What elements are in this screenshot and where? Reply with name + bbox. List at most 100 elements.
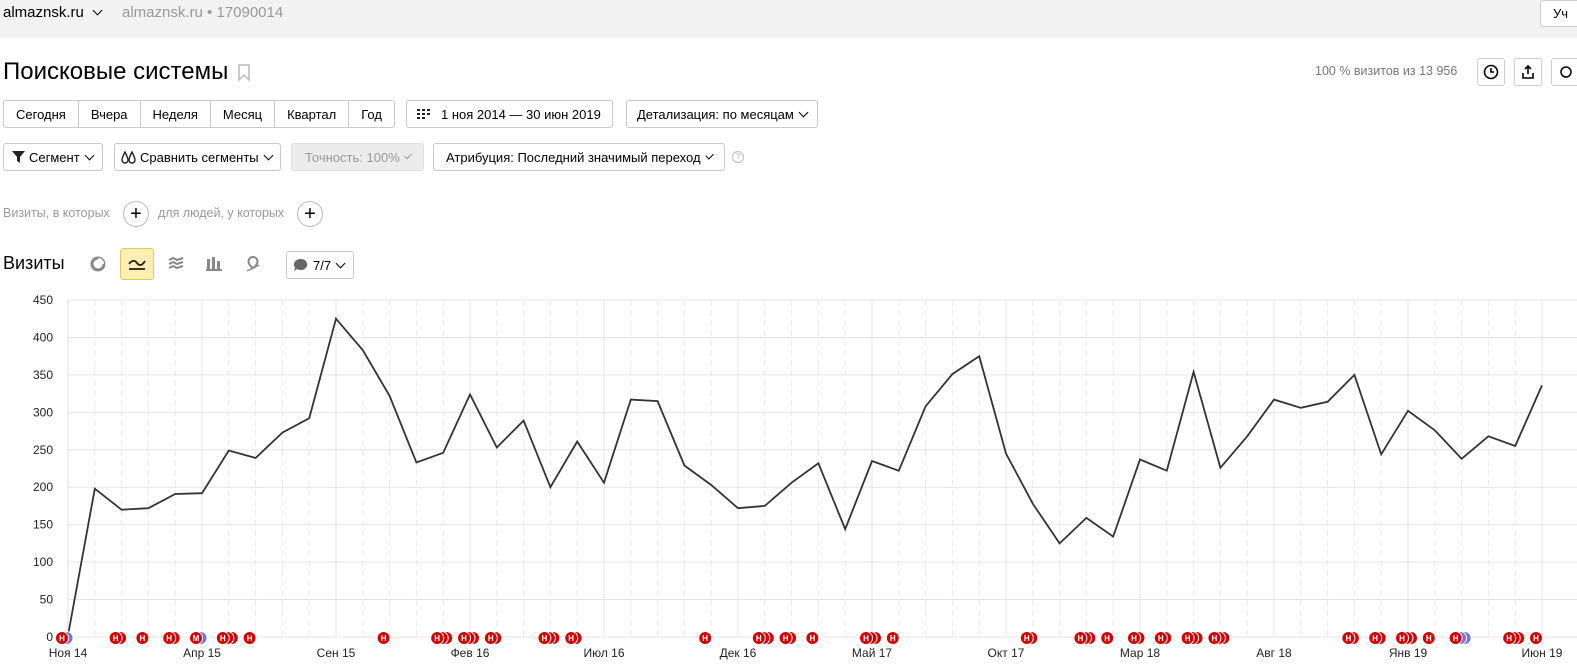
history-button[interactable]: [1477, 58, 1505, 86]
y-tick-label: 0: [46, 630, 53, 644]
period-button[interactable]: Год: [349, 101, 394, 127]
note-marker-label: Н: [1533, 634, 1539, 643]
note-marker-label: Н: [542, 634, 548, 643]
site-counter-crumb: almaznsk.ru • 17090014: [122, 4, 284, 21]
note-marker-label: Н: [166, 634, 172, 643]
note-marker-label: Н: [568, 634, 574, 643]
segment-dropdown[interactable]: Сегмент: [3, 143, 103, 171]
plus-icon: +: [130, 203, 142, 225]
attribution-dropdown[interactable]: Атрибуция: Последний значимый переход: [433, 143, 725, 171]
note-marker-label: Н: [247, 634, 253, 643]
x-tick-label: Июл 16: [583, 646, 624, 660]
chevron-down-icon: [92, 5, 103, 16]
period-button[interactable]: Неделя: [141, 101, 211, 127]
compare-segments-dropdown[interactable]: Сравнить сегменты: [114, 143, 281, 171]
note-marker-label: Н: [140, 634, 146, 643]
top-bar: almaznsk.ru almaznsk.ru • 17090014 Уч: [0, 0, 1577, 38]
bookmark-icon[interactable]: [237, 64, 251, 82]
chevron-down-icon: [335, 258, 346, 268]
note-marker-label: Н: [381, 634, 387, 643]
map-button[interactable]: [236, 248, 270, 280]
add-people-condition-button[interactable]: +: [297, 201, 323, 227]
add-visit-condition-button[interactable]: +: [123, 201, 149, 227]
notes-dropdown[interactable]: 7/7: [286, 251, 354, 279]
chevron-down-icon: [704, 150, 714, 160]
comment-icon: [293, 258, 308, 271]
x-tick-label: Май 17: [852, 646, 893, 660]
share-icon: [1522, 64, 1534, 79]
y-tick-label: 50: [40, 593, 54, 607]
period-button[interactable]: Вчера: [79, 101, 141, 127]
note-marker-label: М: [193, 634, 200, 643]
y-tick-label: 300: [33, 405, 53, 419]
x-tick-label: Июн 19: [1522, 646, 1563, 660]
series-line: [67, 316, 1543, 636]
site-selector[interactable]: almaznsk.ru: [3, 4, 103, 21]
bar-chart-button[interactable]: [197, 248, 231, 280]
y-tick-label: 350: [33, 368, 53, 382]
date-range-picker[interactable]: 1 ноя 2014 — 30 июн 2019: [406, 100, 613, 128]
note-marker-label: Н: [890, 634, 896, 643]
note-marker-label: Н: [1426, 634, 1432, 643]
note-marker-label: Н: [863, 634, 869, 643]
segment-label: Сегмент: [29, 149, 80, 165]
x-tick-label: Фев 16: [451, 646, 490, 660]
attribution-label: Атрибуция: Последний значимый переход: [446, 149, 701, 165]
x-tick-label: Ноя 14: [49, 646, 88, 660]
detail-label: Детализация: по месяцам: [637, 106, 794, 122]
note-marker-label: Н: [434, 634, 440, 643]
accuracy-label: Точность: 100%: [305, 149, 400, 165]
bar-chart-icon: [206, 257, 222, 271]
site-name: almaznsk.ru: [3, 4, 84, 21]
note-marker-label: Н: [461, 634, 467, 643]
note-marker-label: Н: [1212, 634, 1218, 643]
note-marker-label: Н: [1078, 634, 1084, 643]
y-tick-label: 200: [33, 480, 53, 494]
top-right-button[interactable]: Уч: [1540, 0, 1577, 27]
note-marker-label: Н: [1158, 634, 1164, 643]
visits-condition-label: Визиты, в которых: [3, 206, 110, 220]
chevron-down-icon: [403, 151, 412, 159]
compare-segments-label: Сравнить сегменты: [140, 149, 259, 165]
line-chart-button[interactable]: [120, 248, 154, 280]
plus-icon: +: [304, 203, 316, 225]
y-tick-label: 450: [33, 293, 53, 307]
chart-section-label: Визиты: [3, 253, 65, 273]
y-tick-label: 400: [33, 330, 53, 344]
help-icon[interactable]: ?: [732, 151, 744, 163]
x-tick-label: Сен 15: [317, 646, 356, 660]
note-marker-label: Н: [1453, 634, 1459, 643]
note-marker-label: Н: [1185, 634, 1191, 643]
note-marker-label: Н: [702, 634, 708, 643]
note-marker-label: Н: [1506, 634, 1512, 643]
gear-icon: [1560, 66, 1572, 78]
export-button[interactable]: [1514, 58, 1542, 86]
note-marker-label: Н: [220, 634, 226, 643]
period-button[interactable]: Месяц: [211, 101, 276, 127]
note-marker-label: Н: [1372, 634, 1378, 643]
area-chart-button[interactable]: [159, 248, 193, 280]
calendar-icon: [417, 109, 430, 119]
note-marker-label: Н: [1104, 634, 1110, 643]
accuracy-dropdown[interactable]: Точность: 100%: [291, 143, 424, 171]
clock-icon: [1483, 64, 1499, 80]
note-marker-label: Н: [59, 634, 65, 643]
note-marker-label: Н: [1024, 634, 1030, 643]
period-button[interactable]: Квартал: [275, 101, 350, 127]
pie-chart-button[interactable]: [81, 248, 115, 280]
pie-chart-icon: [90, 256, 106, 272]
note-marker-label: Н: [113, 634, 119, 643]
settings-button[interactable]: [1551, 58, 1577, 86]
period-button[interactable]: Сегодня: [4, 101, 79, 127]
note-marker-label: Н: [1131, 634, 1137, 643]
area-chart-icon: [168, 257, 184, 270]
chevron-down-icon: [263, 150, 274, 160]
visits-line-chart: 0 50 100 150 200 250 300 350 400 450 Ноя 14 Апр 15 С…: [33, 293, 1577, 660]
note-marker-label: Н: [783, 634, 789, 643]
note-marker-label: Н: [488, 634, 494, 643]
x-tick-label: Дек 16: [720, 646, 757, 660]
note-marker-label: Н: [1346, 634, 1352, 643]
x-tick-label: Мар 18: [1120, 646, 1160, 660]
chevron-down-icon: [84, 150, 95, 160]
detail-dropdown[interactable]: Детализация: по месяцам: [626, 100, 818, 128]
